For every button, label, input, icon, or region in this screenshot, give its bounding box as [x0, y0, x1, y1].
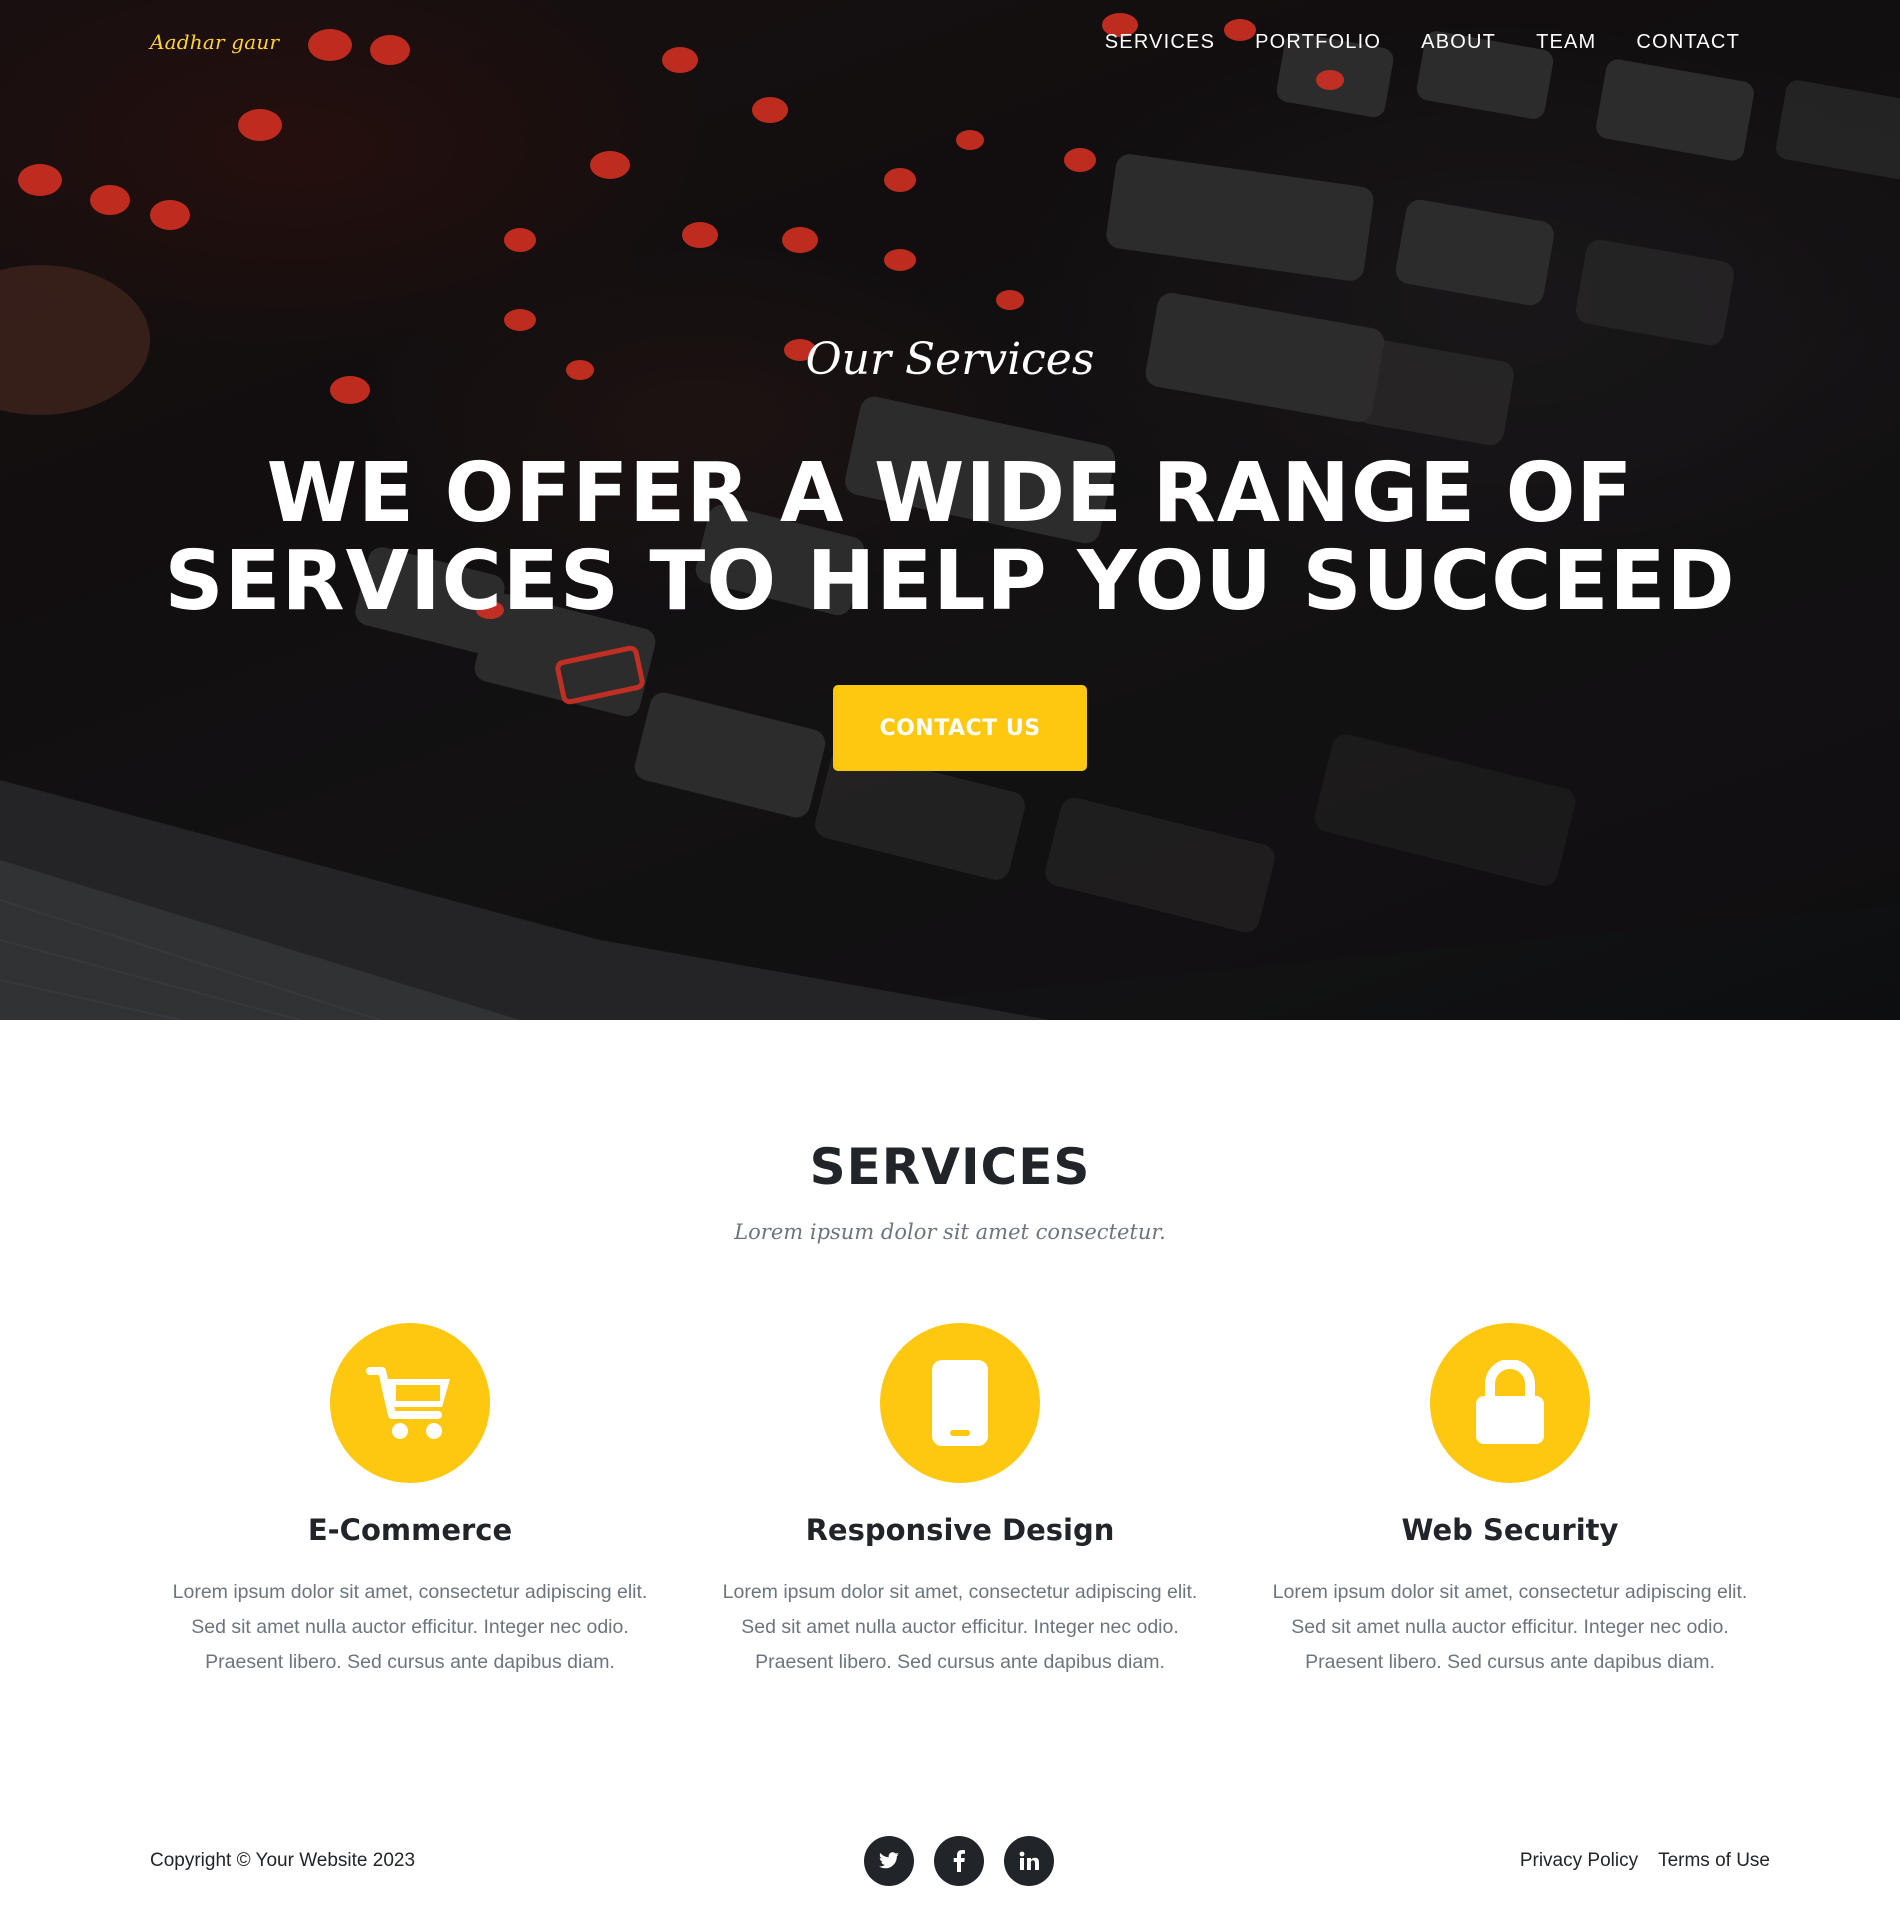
- copyright-text: Copyright © Your Website 2023: [150, 1850, 416, 1871]
- nav-item-about[interactable]: ABOUT: [1401, 31, 1516, 54]
- contact-us-button[interactable]: CONTACT US: [833, 685, 1087, 771]
- service-responsive-design: Responsive Design Lorem ipsum dolor sit …: [700, 1323, 1220, 1680]
- facebook-icon[interactable]: [934, 1836, 984, 1886]
- hero-heading: WE OFFER A WIDE RANGE OF SERVICES TO HEL…: [164, 446, 1736, 629]
- nav-item-contact[interactable]: CONTACT: [1616, 31, 1760, 54]
- services-section: SERVICES Lorem ipsum dolor sit amet cons…: [0, 1020, 1900, 1780]
- lock-icon: [1430, 1323, 1590, 1483]
- nav-links: SERVICES PORTFOLIO ABOUT TEAM CONTACT: [1085, 31, 1760, 54]
- service-description: Lorem ipsum dolor sit amet, consectetur …: [722, 1581, 1198, 1673]
- hero-content: Our Services WE OFFER A WIDE RANGE OF SE…: [0, 330, 1900, 626]
- service-description: Lorem ipsum dolor sit amet, consectetur …: [1272, 1581, 1748, 1673]
- linkedin-icon[interactable]: [1004, 1836, 1054, 1886]
- navbar: Aadhar gaur SERVICES PORTFOLIO ABOUT TEA…: [0, 0, 1900, 90]
- nav-item-team[interactable]: TEAM: [1516, 31, 1616, 54]
- footer-links: Privacy Policy Terms of Use: [1520, 1850, 1770, 1872]
- footer: Copyright © Your Website 2023 Privacy Po…: [0, 1780, 1900, 1915]
- brand-logo[interactable]: Aadhar gaur: [150, 30, 279, 54]
- section-heading: SERVICES: [809, 1138, 1091, 1196]
- privacy-policy-link[interactable]: Privacy Policy: [1520, 1850, 1638, 1872]
- terms-of-use-link[interactable]: Terms of Use: [1658, 1850, 1770, 1872]
- hero-subheading: Our Services: [805, 334, 1095, 385]
- service-title: E-Commerce: [307, 1513, 513, 1547]
- service-title: Web Security: [1401, 1513, 1619, 1547]
- social-links: [864, 1836, 1054, 1886]
- hero-section: Aadhar gaur SERVICES PORTFOLIO ABOUT TEA…: [0, 0, 1900, 1020]
- mobile-phone-icon: [880, 1323, 1040, 1483]
- section-subheading: Lorem ipsum dolor sit amet consectetur.: [734, 1220, 1166, 1244]
- service-title: Responsive Design: [805, 1513, 1115, 1547]
- nav-item-services[interactable]: SERVICES: [1085, 31, 1235, 54]
- nav-item-portfolio[interactable]: PORTFOLIO: [1235, 31, 1401, 54]
- shopping-cart-icon: [330, 1323, 490, 1483]
- service-description: Lorem ipsum dolor sit amet, consectetur …: [172, 1581, 648, 1673]
- service-ecommerce: E-Commerce Lorem ipsum dolor sit amet, c…: [150, 1323, 670, 1680]
- twitter-icon[interactable]: [864, 1836, 914, 1886]
- service-web-security: Web Security Lorem ipsum dolor sit amet,…: [1250, 1323, 1770, 1680]
